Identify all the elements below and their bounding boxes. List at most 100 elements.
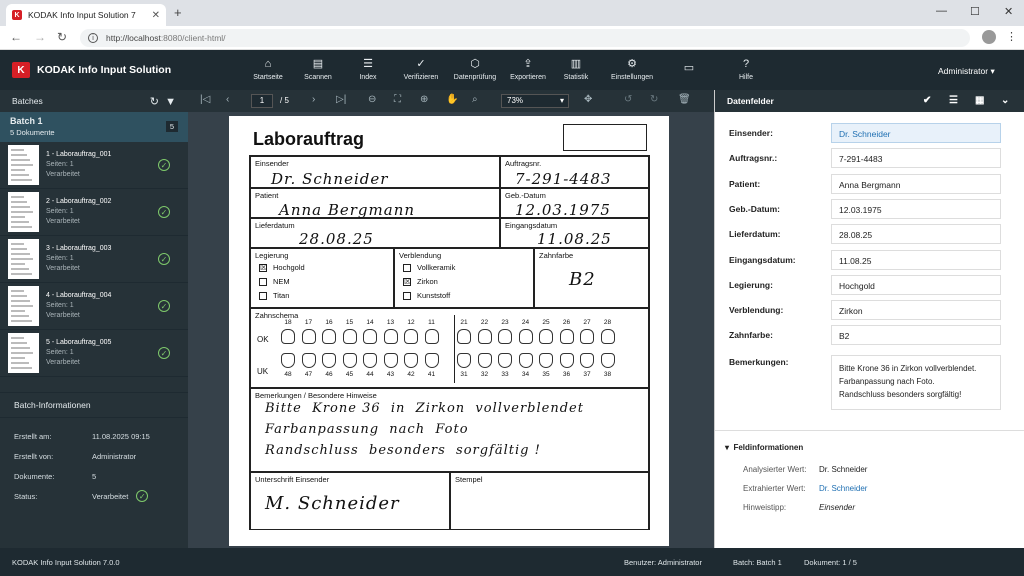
data-field-input[interactable]: 11.08.25 [831, 249, 1001, 270]
rotate-left-icon[interactable]: ↺ [624, 94, 632, 105]
list-view-icon[interactable]: ☰ [949, 95, 958, 106]
tooth-shape [457, 353, 471, 368]
tooth-shape [477, 353, 492, 368]
menu-monitor[interactable]: ▭ [659, 50, 719, 90]
prev-page-icon[interactable]: ‹ [226, 94, 229, 105]
delivery-cell: Lieferdatum 28.08.25 [250, 218, 500, 248]
close-tab-icon[interactable]: ✕ [152, 10, 160, 21]
menu-statistik[interactable]: ▥ Statistik [546, 50, 606, 90]
tooth-number: 15 [345, 319, 354, 326]
minimize-icon[interactable]: — [936, 5, 947, 17]
document-name: 2 - Laborauftrag_002 [46, 198, 112, 205]
first-page-icon[interactable]: |◁ [200, 94, 210, 105]
status-doc-label: Dokument: [804, 558, 841, 567]
menu-einstellungen[interactable]: ⚙ Einstellungen [602, 50, 662, 90]
zoom-out-icon[interactable]: ⊖ [368, 94, 376, 105]
user-name: Administrator [938, 66, 989, 76]
data-field-input[interactable]: 12.03.1975 [831, 198, 1001, 219]
batch-info-value: Administrator [92, 452, 136, 461]
document-thumbnail [8, 192, 39, 232]
data-field-input[interactable]: Dr. Schneider [831, 123, 1001, 143]
data-field-row: Geb.-Datum: 12.03.1975 [715, 198, 1024, 221]
export-icon: ⇪ [523, 58, 533, 70]
data-field-input[interactable]: Zirkon [831, 300, 1001, 321]
checkbox-label: Zirkon [417, 277, 438, 286]
document-item[interactable]: 4 - Laborauftrag_004 Seiten: 1 Verarbeitet… [0, 283, 188, 330]
last-page-icon[interactable]: ▷| [336, 94, 346, 105]
document-thumbnail [8, 333, 39, 373]
document-item[interactable]: 3 - Laborauftrag_003 Seiten: 1 Verarbeitet… [0, 236, 188, 283]
document-pages: Seiten: 1 [46, 208, 74, 215]
data-field-label: Verblendung: [729, 305, 784, 316]
field-info-toggle[interactable]: ▾ Feldinformationen [715, 431, 1024, 460]
zoom-area-icon[interactable]: ⌕ [472, 94, 478, 105]
data-field-input[interactable]: 28.08.25 [831, 224, 1001, 245]
remarks-field[interactable]: Bitte Krone 36 in Zirkon vollverblendet.… [831, 355, 1001, 410]
check-circle-icon: ✓ [158, 300, 170, 312]
forward-icon[interactable]: → [34, 30, 46, 44]
browser-menu-icon[interactable]: ⋮ [1006, 30, 1017, 43]
refresh-icon[interactable]: ↻ [150, 96, 159, 108]
url-path: :8080/client-html/ [160, 33, 226, 43]
rotate-right-icon[interactable]: ↻ [650, 94, 658, 105]
menu-verifizieren[interactable]: ✓ Verifizieren [391, 50, 451, 90]
document-item[interactable]: 5 - Laborauftrag_005 Seiten: 1 Verarbeitet… [0, 330, 188, 377]
zoom-select[interactable]: 73% ▾ [501, 94, 569, 108]
data-field-input[interactable]: B2 [831, 325, 1001, 346]
pan-hand-icon[interactable]: ✋ [446, 94, 458, 105]
profile-avatar-icon[interactable] [982, 30, 996, 44]
field-info-row: Analysierter Wert: Dr. Schneider [715, 460, 1024, 479]
data-field-input[interactable]: 7-291-4483 [831, 148, 1001, 169]
batch-info: Batch-Informationen Erstellt am: 11.08.20… [0, 392, 188, 506]
fit-page-icon[interactable]: ⛶ [394, 94, 401, 105]
shade-label: Zahnfarbe [539, 251, 574, 260]
menu-hilfe[interactable]: ? Hilfe [716, 50, 776, 90]
site-info-icon[interactable]: i [88, 33, 98, 43]
page-number-input[interactable]: 1 [251, 94, 273, 108]
browser-tab[interactable]: K KODAK Info Input Solution 7 ✕ [6, 4, 166, 26]
order-form: Einsender Dr. Schneider Auftragsnr. 7-29… [249, 155, 650, 530]
zoom-value: 73% [507, 96, 524, 105]
zoom-in-icon[interactable]: ⊕ [420, 94, 428, 105]
document-thumbnail [8, 286, 39, 326]
back-icon[interactable]: ← [10, 30, 22, 44]
data-field-label: Einsender: [729, 128, 773, 138]
document-item[interactable]: 1 - Laborauftrag_001 Seiten: 1 Verarbeitet… [0, 142, 188, 189]
document-item[interactable]: 2 - Laborauftrag_002 Seiten: 1 Verarbeitet… [0, 189, 188, 236]
tooth-number: 44 [366, 371, 374, 378]
data-field-input[interactable]: Hochgold [831, 274, 1001, 295]
veneer-label: Verblendung [399, 251, 442, 260]
next-page-icon[interactable]: › [312, 94, 315, 105]
move-icon[interactable]: ✥ [584, 94, 592, 105]
tooth-number: 12 [407, 319, 415, 326]
confirm-check-icon[interactable]: ✔ [923, 95, 931, 106]
menu-datenprüfung[interactable]: ⬡ Datenprüfung [445, 50, 505, 90]
reload-icon[interactable]: ↻ [57, 30, 67, 44]
maximize-icon[interactable]: ☐ [970, 5, 980, 18]
document-info: 5 - Laborauftrag_005 Seiten: 1 Verarbeitet [46, 338, 111, 368]
url-field[interactable]: i http://localhost:8080/client-html/ [80, 29, 970, 47]
tooth-shape [518, 329, 533, 344]
tooth-shape [600, 353, 615, 368]
close-window-icon[interactable]: ✕ [1004, 5, 1013, 18]
user-menu[interactable]: Administrator ▾ [938, 66, 995, 77]
checkbox-option: ☒ Zirkon [403, 277, 438, 286]
delete-icon[interactable]: 🗑 [678, 94, 691, 105]
received-cell: Eingangsdatum 11.08.25 [500, 218, 649, 248]
batch-name: Batch 1 [10, 116, 43, 126]
filter-icon[interactable]: ▼ [165, 96, 176, 108]
box-icon: ⬡ [470, 58, 480, 70]
tooth-number: 14 [366, 319, 374, 326]
tooth-shape [281, 353, 295, 368]
menu-index[interactable]: ☰ Index [338, 50, 398, 90]
collapse-icon[interactable]: ⌄ [1001, 95, 1009, 106]
tooth-shape [342, 353, 357, 368]
home-icon: ⌂ [264, 58, 272, 70]
new-tab-button[interactable]: + [174, 5, 182, 20]
batch-item[interactable]: Batch 1 5 Dokumente 5 [0, 112, 188, 142]
layout-icon[interactable]: ▦ [975, 95, 984, 106]
page-total: / 5 [280, 96, 289, 105]
data-field-input[interactable]: Anna Bergmann [831, 173, 1001, 194]
url-host: http://localhost [106, 33, 161, 43]
document-pages: Seiten: 1 [46, 349, 74, 356]
